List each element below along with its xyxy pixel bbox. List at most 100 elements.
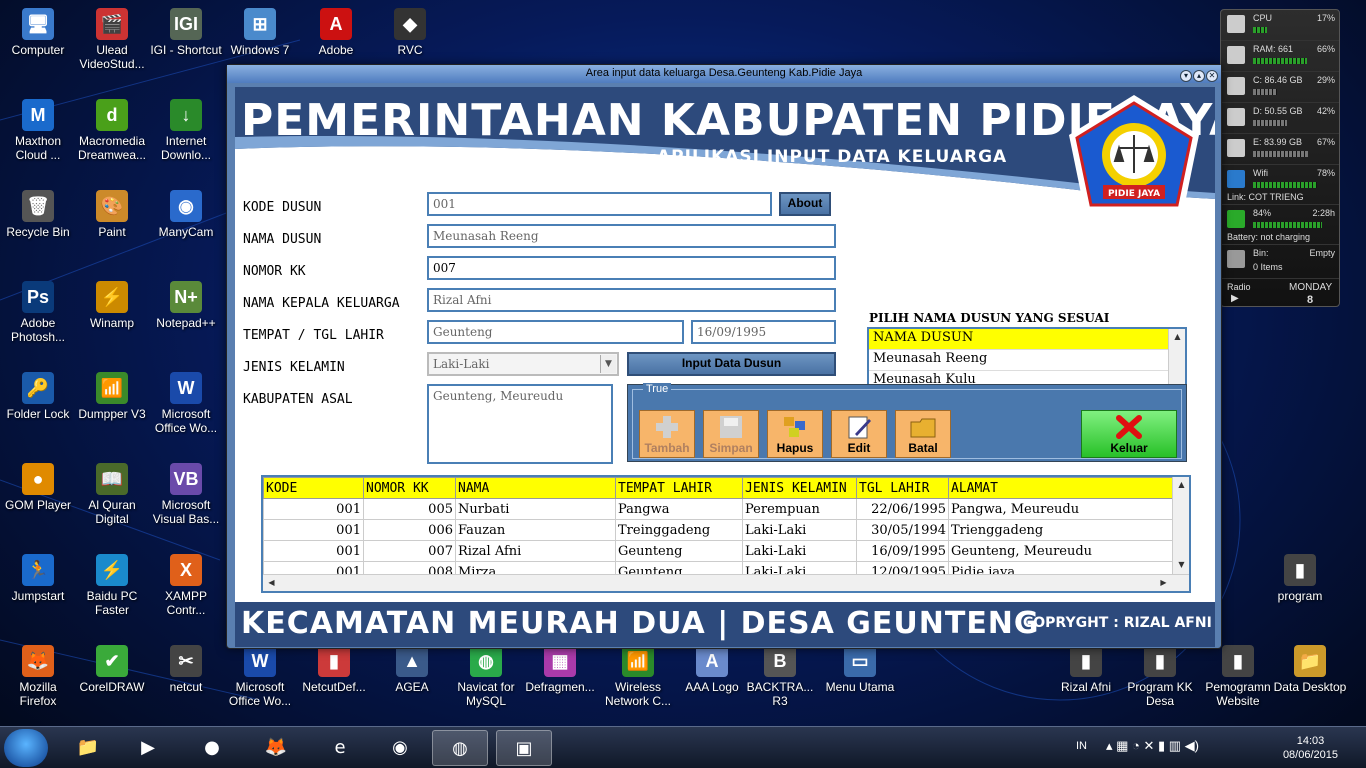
desktop-icon[interactable]: M Maxthon Cloud ... <box>0 99 76 162</box>
drive-c-bar <box>1253 89 1277 95</box>
media-taskbar-button[interactable]: ▶ <box>120 730 176 766</box>
simpan-button[interactable]: Simpan <box>703 410 759 458</box>
maximize-button[interactable]: ▴ <box>1193 70 1205 82</box>
edit-button[interactable]: Edit <box>831 410 887 458</box>
desktop-icon[interactable]: IGI IGI - Shortcut <box>148 8 224 57</box>
desktop-icon[interactable]: A AAA Logo <box>674 645 750 694</box>
desktop-icon[interactable]: ▮ NetcutDef... <box>296 645 372 694</box>
list-item[interactable]: Meunasah Reeng <box>869 350 1185 371</box>
tgl-lahir-input[interactable]: 16/09/1995 <box>691 320 836 344</box>
desktop-icon[interactable]: 🎨 Paint <box>74 190 150 239</box>
ie-taskbar-button[interactable]: e <box>312 730 368 766</box>
grid-horizontal-scrollbar[interactable]: ◀ ▶ <box>263 574 1189 591</box>
desktop-icon[interactable]: ◍ Navicat for MySQL <box>448 645 524 708</box>
desktop-icon[interactable]: 🦊 Mozilla Firefox <box>0 645 76 708</box>
tempat-lahir-input[interactable]: Geunteng <box>427 320 684 344</box>
desktop-icon[interactable]: 📁 Data Desktop <box>1272 645 1348 694</box>
kabupaten-asal-input[interactable]: Geunteng, Meureudu <box>427 384 613 464</box>
column-header[interactable]: ALAMAT <box>948 477 1179 499</box>
table-cell: Rizal Afni <box>455 540 616 562</box>
keluar-button[interactable]: Keluar <box>1081 410 1177 458</box>
explorer-taskbar-button[interactable]: 📁 <box>60 730 116 766</box>
kode-dusun-input[interactable]: 001 <box>427 192 772 216</box>
scroll-down-icon[interactable]: ▼ <box>1173 557 1189 574</box>
chevron-down-icon[interactable]: ▼ <box>600 355 616 373</box>
desktop-icon[interactable]: ▮ program <box>1262 554 1338 603</box>
table-row[interactable]: 001 006 Fauzan Treinggadeng Laki-Laki 30/05/1… <box>263 519 1179 541</box>
table-cell: Pangwa, Meureudu <box>948 498 1179 520</box>
scroll-up-icon[interactable]: ▲ <box>1173 477 1189 494</box>
desktop-icon[interactable]: ▲ AGEA <box>374 645 450 694</box>
nama-dusun-input[interactable]: Meunasah Reeng <box>427 224 836 248</box>
scroll-left-icon[interactable]: ◀ <box>263 575 280 591</box>
column-header[interactable]: KODE <box>263 477 364 499</box>
about-button[interactable]: About <box>779 192 831 216</box>
jenis-kelamin-select[interactable]: Laki-Laki ▼ <box>427 352 619 376</box>
desktop-icon[interactable]: 🏃 Jumpstart <box>0 554 76 603</box>
desktop-icon[interactable]: 📖 Al Quran Digital <box>74 463 150 526</box>
app-taskbar-button[interactable]: ◍ <box>432 730 488 766</box>
table-cell: Geunteng <box>615 540 743 562</box>
table-row[interactable]: 001 005 Nurbati Pangwa Perempuan 22/06/1995 Pa… <box>263 498 1179 520</box>
desktop-icon[interactable]: ✔ CorelDRAW <box>74 645 150 694</box>
desktop-icon[interactable]: Ps Adobe Photosh... <box>0 281 76 344</box>
desktop-icon[interactable]: 🎬 Ulead VideoStud... <box>74 8 150 71</box>
desktop-icon[interactable]: 🖥 Computer <box>0 8 76 57</box>
close-button[interactable]: ✕ <box>1206 70 1218 82</box>
column-header[interactable]: TEMPAT LAHIR <box>615 477 743 499</box>
desktop-icon[interactable]: ⚡ Winamp <box>74 281 150 330</box>
clock[interactable]: 14:03 08/06/2015 <box>1283 734 1338 762</box>
desktop-icon[interactable]: ◆ RVC <box>372 8 448 57</box>
vb-taskbar-button[interactable]: ▣ <box>496 730 552 766</box>
column-header[interactable]: TGL LAHIR <box>856 477 949 499</box>
scroll-right-icon[interactable]: ▶ <box>1155 575 1172 591</box>
nomor-kk-input[interactable]: 007 <box>427 256 836 280</box>
grid-vertical-scrollbar[interactable]: ▲ ▼ <box>1172 477 1189 574</box>
play-icon[interactable]: ▶ <box>1231 293 1239 304</box>
input-data-dusun-button[interactable]: Input Data Dusun <box>627 352 836 376</box>
scroll-up-icon[interactable]: ▲ <box>1169 329 1185 346</box>
start-button[interactable] <box>4 729 48 767</box>
desktop-icon[interactable]: 🗑 Recycle Bin <box>0 190 76 239</box>
gom-taskbar-button[interactable]: ● <box>184 730 240 766</box>
column-header[interactable]: NOMOR KK <box>363 477 456 499</box>
tambah-button[interactable]: Tambah <box>639 410 695 458</box>
desktop-icon[interactable]: ⊞ Windows 7 <box>222 8 298 57</box>
tray-icons[interactable]: ▴ ▦ ◔ ✕ ▮ ▥ ◀) <box>1106 738 1199 754</box>
minimize-button[interactable]: ▾ <box>1180 70 1192 82</box>
desktop-icon[interactable]: ◉ ManyCam <box>148 190 224 239</box>
chrome-taskbar-button[interactable]: ◉ <box>372 730 428 766</box>
desktop-icon[interactable]: N+ Notepad++ <box>148 281 224 330</box>
desktop-icon[interactable]: 🔑 Folder Lock <box>0 372 76 421</box>
window-titlebar[interactable]: Area input data keluarga Desa.Geunteng K… <box>227 65 1221 83</box>
desktop-icon[interactable]: 📶 Wireless Network C... <box>600 645 676 708</box>
recycle-bin-gadget[interactable]: Bin: Empty 0 Items <box>1221 245 1339 279</box>
desktop-icon[interactable]: ↓ Internet Downlo... <box>148 99 224 162</box>
column-header[interactable]: NAMA <box>455 477 616 499</box>
keluarga-data-grid[interactable]: KODE NOMOR KK NAMA TEMPAT LAHIR JENIS KELAMI… <box>261 475 1191 593</box>
desktop-icon[interactable]: ▦ Defragmen... <box>522 645 598 694</box>
kepala-keluarga-input[interactable]: Rizal Afni <box>427 288 836 312</box>
desktop-icon[interactable]: ▮ Pemogramn Website <box>1200 645 1276 708</box>
desktop-icon[interactable]: W Microsoft Office Wo... <box>148 372 224 435</box>
desktop-icon[interactable]: VB Microsoft Visual Bas... <box>148 463 224 526</box>
column-header[interactable]: JENIS KELAMIN <box>742 477 857 499</box>
desktop-icon[interactable]: B BACKTRA... R3 <box>742 645 818 708</box>
batal-button[interactable]: Batal <box>895 410 951 458</box>
desktop-icon[interactable]: ⚡ Baidu PC Faster <box>74 554 150 617</box>
desktop-icon[interactable]: ▭ Menu Utama <box>822 645 898 694</box>
desktop-icon[interactable]: ▮ Program KK Desa <box>1122 645 1198 708</box>
desktop-icon[interactable]: d Macromedia Dreamwea... <box>74 99 150 162</box>
desktop-icon[interactable]: X XAMPP Contr... <box>148 554 224 617</box>
hapus-button[interactable]: Hapus <box>767 410 823 458</box>
desktop-icon[interactable]: ● GOM Player <box>0 463 76 512</box>
table-row[interactable]: 001 007 Rizal Afni Geunteng Laki-Laki 16/09/1… <box>263 540 1179 562</box>
desktop-icon[interactable]: 📶 Dumpper V3 <box>74 372 150 421</box>
desktop-icon[interactable]: ▮ Rizal Afni <box>1048 645 1124 694</box>
desktop-icon[interactable]: ✂ netcut <box>148 645 224 694</box>
batal-label: Batal <box>908 441 938 455</box>
language-indicator[interactable]: IN <box>1076 740 1087 752</box>
firefox-taskbar-button[interactable]: 🦊 <box>248 730 304 766</box>
desktop-icon[interactable]: W Microsoft Office Wo... <box>222 645 298 708</box>
desktop-icon[interactable]: A Adobe <box>298 8 374 57</box>
